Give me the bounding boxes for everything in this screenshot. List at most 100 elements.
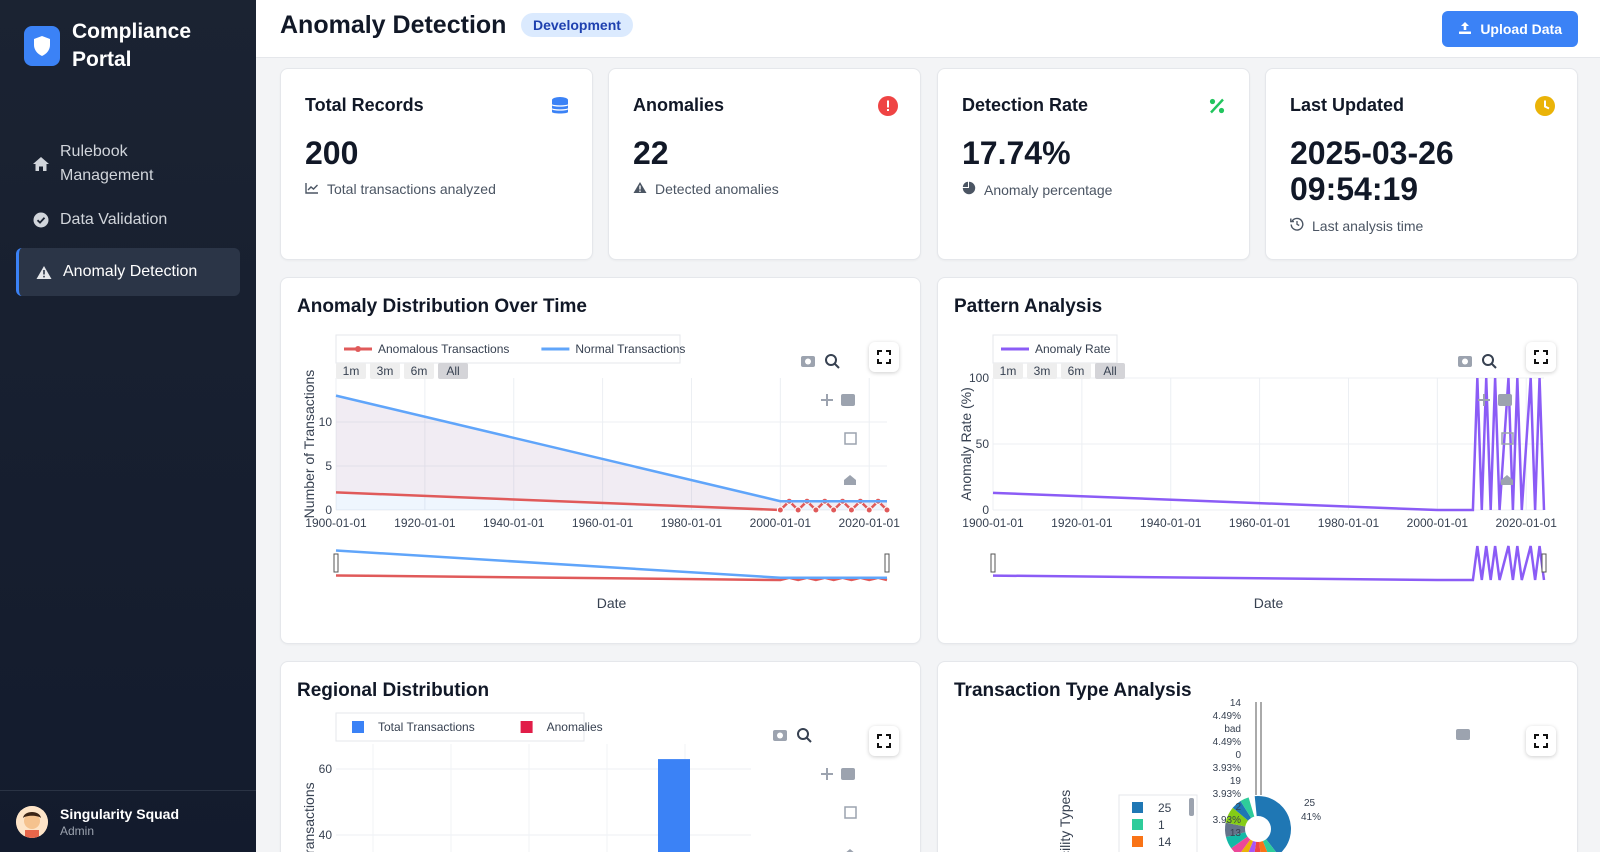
check-circle-icon (32, 211, 50, 229)
modebar-side (821, 394, 857, 485)
warning-icon (35, 263, 53, 281)
range-button-1m[interactable]: 1m (336, 363, 366, 379)
y-tick-label: 60 (319, 762, 333, 776)
legend-swatch (1132, 836, 1143, 847)
range-button-3m[interactable]: 3m (370, 363, 400, 379)
stat-card-total-records: Total Records 200 Total transactions ana… (280, 68, 593, 260)
upload-data-button[interactable]: Upload Data (1442, 11, 1578, 47)
database-icon (550, 96, 570, 116)
range-button-All[interactable]: All (438, 363, 468, 379)
home-icon (32, 155, 50, 173)
slice-label: 2 (1235, 802, 1241, 813)
legend-label: Anomalies (547, 720, 603, 734)
expand-icon[interactable] (869, 726, 899, 756)
data-point (776, 506, 784, 514)
stat-subtitle-text: Total transactions analyzed (327, 181, 496, 197)
y-axis-title: Number of Transactions (301, 370, 317, 519)
slice-label: 4.49% (1213, 737, 1241, 748)
expand-icon[interactable] (1526, 726, 1556, 756)
range-button-label: All (1103, 364, 1116, 378)
camera-icon (1456, 729, 1470, 740)
pan-icon (821, 394, 833, 406)
x-tick-label: 1920-01-01 (1051, 516, 1113, 530)
stat-subtitle: Total transactions analyzed (305, 181, 496, 197)
range-button-3m[interactable]: 3m (1027, 363, 1057, 379)
upload-label: Upload Data (1480, 21, 1562, 37)
range-button-label: All (446, 364, 459, 378)
sidebar-item-rulebook-management[interactable]: Rulebook Management (16, 136, 240, 192)
range-button-6m[interactable]: 6m (404, 363, 434, 379)
panel-anomaly-distribution: Anomaly Distribution Over Time 1900-01-0… (280, 277, 921, 644)
stat-subtitle-text: Detected anomalies (655, 181, 779, 197)
stat-card-anomalies: Anomalies 22 Detected anomalies (608, 68, 921, 260)
x-tick-label: 2000-01-01 (1407, 516, 1469, 530)
stat-card-last-updated: Last Updated 2025-03-26 09:54:19 Last an… (1265, 68, 1578, 260)
stat-value: 2025-03-26 09:54:19 (1290, 135, 1454, 207)
shield-icon (24, 26, 60, 66)
stat-title: Last Updated (1290, 95, 1405, 115)
zoom-icon (1482, 354, 1494, 366)
x-tick-label: 1940-01-01 (483, 516, 545, 530)
x-axis-title: Date (1254, 595, 1284, 611)
sidebar-item-data-validation[interactable]: Data Validation (16, 196, 240, 244)
regional-distribution-chart[interactable]: 40 60Transactions Total Transactions Anomal… (281, 662, 922, 852)
chart-legend: Anomalous Transactions Normal Transaction… (335, 334, 685, 364)
zoom-icon-handle (806, 737, 812, 743)
data-point (883, 506, 891, 514)
panel-transaction-type-analysis: Transaction Type Analysis 14 4.49% bad 4.49… (937, 661, 1578, 852)
warning-icon (633, 181, 647, 197)
anomaly-distribution-chart[interactable]: 1900-01-01 1920-01-01 1940-01-01 1960-01-01… (281, 278, 922, 645)
stat-subtitle: Anomaly percentage (962, 181, 1112, 198)
legend-title: Facility Types (1057, 790, 1073, 852)
sidebar-item-anomaly-detection[interactable]: Anomaly Detection (16, 248, 240, 296)
brand: Compliance Portal (24, 18, 191, 74)
expand-icon[interactable] (1526, 342, 1556, 372)
range-button-All[interactable]: All (1095, 363, 1125, 379)
autoscale-icon (844, 806, 857, 819)
x-tick-label: 1980-01-01 (661, 516, 723, 530)
slice-label: 3.93% (1213, 789, 1241, 800)
slice-label: 3.93% (1213, 815, 1241, 826)
stat-value-date: 2025-03-26 (1290, 135, 1454, 171)
main-slice-percent: 41% (1301, 812, 1321, 823)
y-axis-title: Anomaly Rate (%) (958, 387, 974, 501)
range-button-6m[interactable]: 6m (1061, 363, 1091, 379)
x-tick-label: 1980-01-01 (1318, 516, 1380, 530)
history-icon (1290, 217, 1304, 234)
range-button-label: 1m (1000, 364, 1017, 378)
top-header: Anomaly Detection Development Upload Dat… (256, 0, 1600, 58)
stat-subtitle: Detected anomalies (633, 181, 779, 197)
data-point (865, 506, 873, 514)
stat-card-detection-rate: Detection Rate 17.74% Anomaly percentage (937, 68, 1250, 260)
x-axis-title: Date (597, 595, 627, 611)
pattern-analysis-chart[interactable]: 1900-01-01 1920-01-01 1940-01-01 1960-01-01… (938, 278, 1579, 645)
legend-swatch (520, 721, 533, 733)
range-button-label: 1m (343, 364, 360, 378)
range-button-1m[interactable]: 1m (993, 363, 1023, 379)
sidebar-item-label: Anomaly Detection (63, 263, 198, 280)
rangeslider-handle-right (1541, 553, 1547, 573)
user-profile[interactable]: Singularity Squad Admin (0, 790, 256, 852)
exclamation-circle-icon (878, 96, 898, 116)
rangeslider-line (335, 549, 887, 579)
zoom-out-icon (1498, 394, 1512, 406)
rangeslider-handle-left (990, 553, 996, 573)
slice-label: bad (1224, 724, 1241, 735)
stat-value: 22 (633, 135, 669, 171)
legend-swatch (352, 721, 364, 733)
expand-icon[interactable] (869, 342, 899, 372)
transaction-type-chart[interactable]: 14 4.49% bad 4.49% 0 3.93% 19 3.93% 2 3.93% 13 25 41… (938, 662, 1579, 852)
legend-swatch (1132, 802, 1143, 813)
data-point (830, 506, 838, 514)
y-tick-label: 40 (319, 828, 333, 842)
y-tick-label: 100 (969, 371, 989, 385)
slice-label: 14 (1230, 698, 1242, 709)
legend-marker (355, 346, 361, 352)
x-tick-label: 1920-01-01 (394, 516, 456, 530)
x-tick-label: 2020-01-01 (839, 516, 901, 530)
y-axis-title: Transactions (301, 782, 317, 852)
area-between-series (336, 395, 887, 510)
legend-label: 25 (1158, 801, 1172, 815)
legend-label: Anomaly Rate (1035, 342, 1111, 356)
avatar (16, 805, 48, 838)
